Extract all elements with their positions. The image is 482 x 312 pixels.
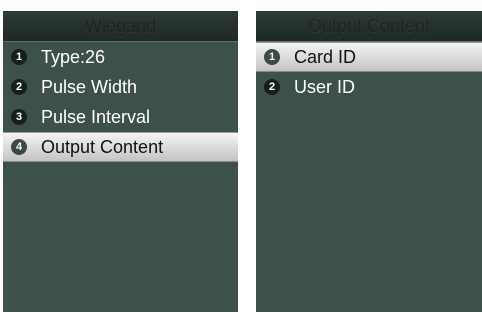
number-4-icon: 4	[11, 139, 27, 155]
menu-item-user-id[interactable]: 2 User ID	[256, 72, 482, 102]
menu-item-label: User ID	[294, 76, 356, 97]
screen-title: Output Content	[256, 11, 482, 42]
menu-item-label: Pulse Interval	[41, 106, 151, 127]
menu-item-pulse-interval[interactable]: 3 Pulse Interval	[3, 102, 238, 132]
menu-item-output-content[interactable]: 4 Output Content	[3, 132, 238, 162]
output-content-screen: Output Content 1 Card ID 2 User ID	[256, 11, 482, 312]
number-2-icon: 2	[264, 79, 280, 95]
output-content-menu: 1 Card ID 2 User ID	[256, 42, 482, 102]
menu-item-label: Pulse Width	[41, 76, 138, 97]
number-1-icon: 1	[11, 49, 27, 65]
number-2-icon: 2	[11, 79, 27, 95]
number-1-icon: 1	[264, 49, 280, 65]
wiegand-menu: 1 Type:26 2 Pulse Width 3 Pulse Interval…	[3, 42, 238, 162]
menu-item-label: Card ID	[294, 46, 357, 67]
menu-item-type[interactable]: 1 Type:26	[3, 42, 238, 72]
menu-item-label: Type:26	[41, 46, 106, 67]
menu-item-card-id[interactable]: 1 Card ID	[256, 42, 482, 72]
wiegand-screen: Wiegand 1 Type:26 2 Pulse Width 3 Pulse …	[3, 11, 238, 312]
number-3-icon: 3	[11, 109, 27, 125]
menu-item-label: Output Content	[41, 136, 164, 157]
screen-title: Wiegand	[3, 11, 238, 42]
menu-item-pulse-width[interactable]: 2 Pulse Width	[3, 72, 238, 102]
